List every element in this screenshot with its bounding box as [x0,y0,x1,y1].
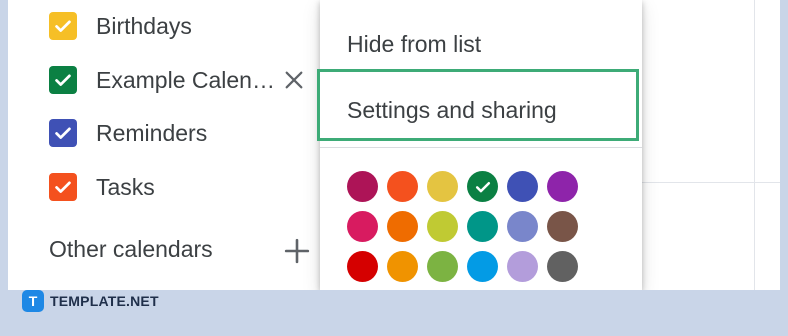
calendar-checkbox[interactable] [49,66,77,94]
calendar-label: Birthdays [96,12,192,39]
color-swatch[interactable] [507,251,538,282]
calendar-label: Example Calen… [96,66,275,93]
grid-line [754,0,755,290]
color-swatch[interactable] [507,211,538,242]
color-swatch[interactable] [467,251,498,282]
color-swatch[interactable] [347,211,378,242]
color-swatch[interactable] [347,251,378,282]
color-swatch[interactable] [547,211,578,242]
template-logo: T TEMPLATE.NET [22,290,159,312]
color-swatch[interactable] [547,171,578,202]
color-swatch-selected[interactable] [467,171,498,202]
settings-and-sharing-item[interactable]: Settings and sharing [320,82,642,138]
calendar-label: Reminders [96,119,208,146]
check-icon [55,74,71,86]
check-icon [55,127,71,139]
menu-item-label: Settings and sharing [347,96,557,123]
grid-line [628,182,780,183]
calendar-checkbox[interactable] [49,173,77,201]
check-icon [475,181,490,192]
color-swatch[interactable] [507,171,538,202]
color-swatch[interactable] [427,251,458,282]
calendar-item-reminders[interactable]: Reminders [8,113,328,153]
other-calendars-heading: Other calendars [49,236,213,262]
color-swatch[interactable] [427,211,458,242]
close-icon[interactable] [282,68,306,92]
color-swatch[interactable] [547,251,578,282]
calendar-item-example[interactable]: Example Calen… [8,60,328,100]
hide-from-list-item[interactable]: Hide from list [320,16,642,72]
calendar-item-tasks[interactable]: Tasks [8,167,328,207]
color-swatch[interactable] [387,211,418,242]
add-icon[interactable] [284,238,310,264]
check-icon [55,181,71,193]
menu-item-label: Hide from list [347,30,482,57]
color-swatch[interactable] [467,211,498,242]
calendar-item-birthdays[interactable]: Birthdays [8,6,328,46]
logo-mark: T [22,290,44,312]
calendar-checkbox[interactable] [49,12,77,40]
color-swatch[interactable] [427,171,458,202]
check-icon [55,20,71,32]
color-swatch[interactable] [347,171,378,202]
color-swatch[interactable] [387,251,418,282]
color-swatch[interactable] [387,171,418,202]
calendar-screen: Birthdays Example Calen… Reminders Tasks… [8,0,780,290]
logo-text: TEMPLATE.NET [50,293,159,309]
calendar-options-menu: Hide from list Settings and sharing [320,0,642,290]
calendar-label: Tasks [96,173,155,200]
menu-divider [320,147,642,148]
calendar-checkbox[interactable] [49,119,77,147]
